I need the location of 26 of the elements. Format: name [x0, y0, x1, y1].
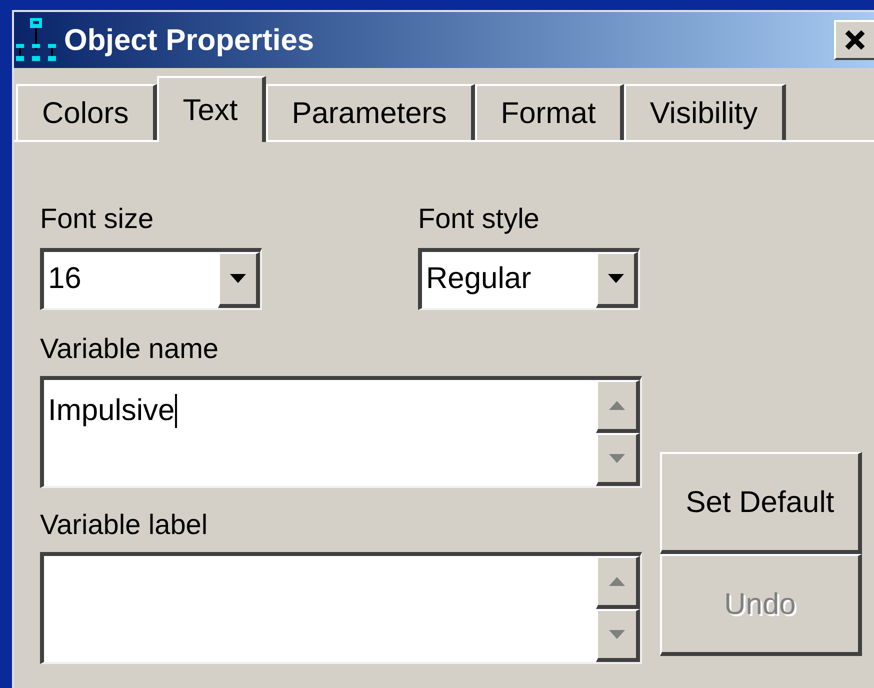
tab[interactable]: Colors [16, 84, 157, 140]
down-arrow-icon [609, 454, 625, 464]
field-label: Font style [418, 202, 540, 236]
tab[interactable]: Text [156, 76, 266, 142]
scroll-up-button[interactable] [596, 556, 640, 609]
down-arrow-icon [609, 630, 625, 640]
button[interactable]: Set Default [660, 452, 862, 554]
text-area[interactable]: Impulsive [40, 376, 642, 488]
close-icon [844, 29, 866, 51]
text-area[interactable] [40, 552, 642, 664]
field-label: Variable label [40, 508, 209, 542]
tab[interactable]: Visibility [624, 84, 786, 140]
field-label: Font size [40, 202, 155, 236]
window-title: Object Properties [64, 22, 314, 58]
dropdown[interactable]: Regular [418, 248, 640, 310]
tab[interactable]: Parameters [266, 84, 475, 140]
tab[interactable]: Format [474, 84, 624, 140]
network-icon [16, 16, 56, 64]
close-button[interactable] [834, 20, 874, 60]
up-arrow-icon [609, 576, 625, 586]
dropdown[interactable]: 16 [40, 248, 262, 310]
field-label: Variable name [40, 332, 220, 366]
scroll-up-button[interactable] [596, 380, 640, 433]
scroll-down-button[interactable] [596, 609, 640, 662]
scroll-down-button[interactable] [596, 433, 640, 486]
up-arrow-icon [609, 400, 625, 410]
